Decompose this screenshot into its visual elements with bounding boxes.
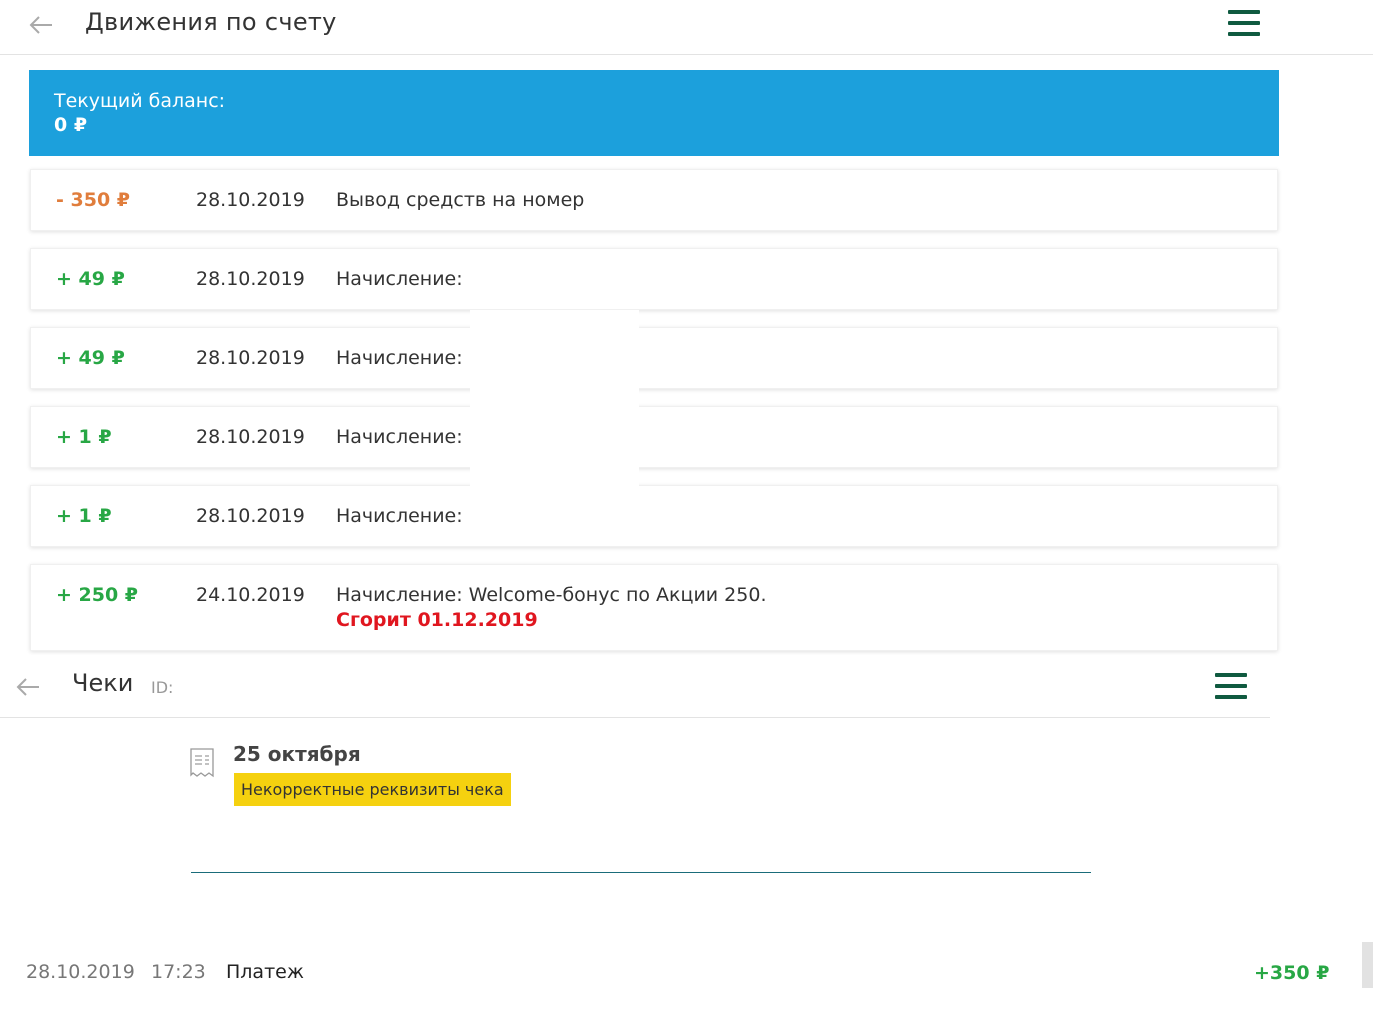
balance-value: 0 ₽ — [54, 114, 88, 136]
payment-date: 28.10.2019 — [26, 961, 135, 983]
back-arrow-icon[interactable] — [28, 15, 54, 35]
transaction-row[interactable]: + 1 ₽ 28.10.2019 Начисление: — [30, 485, 1278, 547]
page-title: Движения по счету — [85, 8, 337, 36]
receipt-icon — [190, 748, 214, 778]
transaction-amount: + 1 ₽ — [56, 426, 112, 448]
transaction-amount: + 250 ₽ — [56, 584, 139, 606]
receipt-date: 25 октября — [233, 742, 361, 766]
hamburger-menu-icon[interactable] — [1228, 10, 1260, 36]
transaction-date: 28.10.2019 — [196, 347, 305, 369]
hamburger-menu-icon[interactable] — [1215, 673, 1247, 699]
transaction-date: 24.10.2019 — [196, 584, 305, 606]
transaction-description: Начисление: — [336, 268, 463, 290]
transaction-description: Начисление: — [336, 347, 463, 369]
payment-amount: +350 ₽ — [1254, 962, 1330, 984]
transaction-row[interactable]: + 1 ₽ 28.10.2019 Начисление: — [30, 406, 1278, 468]
transaction-row[interactable]: + 49 ₽ 28.10.2019 Начисление: — [30, 248, 1278, 310]
redacted-area — [470, 310, 639, 486]
transaction-date: 28.10.2019 — [196, 189, 305, 211]
receipts-header: Чеки ID: — [0, 655, 1270, 718]
payment-type: Платеж — [226, 961, 304, 983]
transaction-amount: + 1 ₽ — [56, 505, 112, 527]
scrollbar[interactable] — [1362, 942, 1373, 988]
receipts-id-label: ID: — [151, 678, 174, 697]
transaction-date: 28.10.2019 — [196, 268, 305, 290]
transaction-date: 28.10.2019 — [196, 505, 305, 527]
account-header: Движения по счету — [0, 0, 1373, 55]
balance-label: Текущий баланс: — [54, 90, 226, 112]
receipt-status-badge: Некорректные реквизиты чека — [234, 773, 511, 806]
transaction-date: 28.10.2019 — [196, 426, 305, 448]
transaction-description: Вывод средств на номер — [336, 189, 585, 211]
transaction-description: Начисление: — [336, 426, 463, 448]
receipts-title: Чеки — [72, 669, 134, 697]
transaction-amount: + 49 ₽ — [56, 347, 125, 369]
transaction-row[interactable]: + 250 ₽ 24.10.2019 Начисление: Welcome-б… — [30, 564, 1278, 651]
transaction-description: Начисление: Welcome-бонус по Акции 250. — [336, 584, 767, 606]
transaction-expiry: Сгорит 01.12.2019 — [336, 609, 538, 631]
transaction-amount: + 49 ₽ — [56, 268, 125, 290]
transaction-description: Начисление: — [336, 505, 463, 527]
transaction-row[interactable]: + 49 ₽ 28.10.2019 Начисление: — [30, 327, 1278, 389]
divider — [191, 872, 1091, 873]
transaction-amount: - 350 ₽ — [56, 189, 130, 211]
payment-time: 17:23 — [151, 961, 206, 983]
back-arrow-icon[interactable] — [15, 677, 41, 697]
transaction-row[interactable]: - 350 ₽ 28.10.2019 Вывод средств на номе… — [30, 169, 1278, 231]
balance-panel: Текущий баланс: 0 ₽ — [29, 70, 1279, 156]
